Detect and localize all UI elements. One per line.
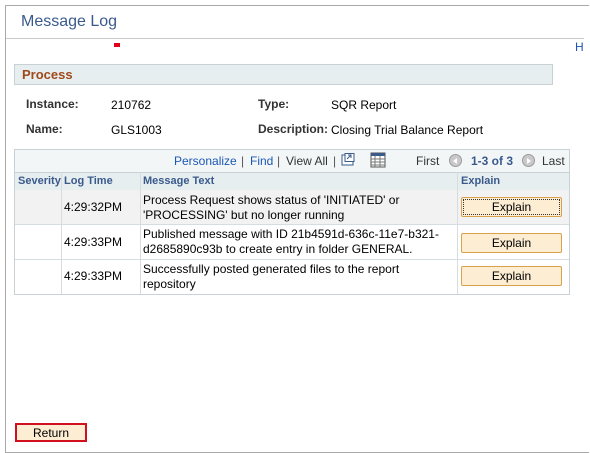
type-label: Type: — [258, 97, 290, 111]
log-time-cell: 4:29:33PM — [64, 269, 123, 283]
explain-button[interactable]: Explain — [461, 197, 562, 217]
column-divider — [140, 172, 141, 294]
process-section-title: Process — [22, 67, 73, 82]
nav-separator: | — [277, 154, 281, 168]
chevron-left-circle-icon[interactable] — [449, 154, 462, 167]
download-spreadsheet-icon[interactable] — [370, 152, 386, 168]
column-divider — [61, 172, 62, 294]
message-text-cell: Published message with ID 21b4591d-636c-… — [143, 227, 439, 256]
name-label: Name: — [26, 122, 63, 136]
grid-header-row: Severity Log Time Message Text Explain — [15, 172, 569, 191]
description-value: Closing Trial Balance Report — [331, 123, 484, 137]
first-label: First — [416, 154, 440, 168]
row-range: 1-3 of 3 — [471, 154, 514, 168]
column-header-explain: Explain — [461, 175, 501, 187]
table-row: 4:29:32PM Process Request shows status o… — [15, 190, 569, 225]
return-button[interactable]: Return — [15, 423, 87, 442]
explain-button[interactable]: Explain — [461, 266, 562, 286]
table-row: 4:29:33PM Successfully posted generated … — [15, 260, 569, 293]
chevron-right-circle-icon[interactable] — [522, 154, 535, 167]
log-time-cell: 4:29:33PM — [64, 235, 123, 249]
column-header-message-text: Message Text — [143, 175, 215, 187]
type-value: SQR Report — [331, 98, 397, 112]
column-divider — [457, 172, 458, 294]
column-header-log-time: Log Time — [64, 175, 113, 187]
process-section-header: Process — [14, 64, 553, 85]
description-label: Description: — [258, 122, 329, 136]
grid-navigation-bar: Personalize | Find | View All | First 1-… — [15, 150, 569, 172]
zoom-grid-icon[interactable] — [341, 153, 355, 167]
instance-label: Instance: — [26, 97, 79, 111]
message-grid: Personalize | Find | View All | First 1-… — [14, 149, 570, 295]
instance-value: 210762 — [111, 98, 152, 112]
message-text-cell: Successfully posted generated files to t… — [143, 262, 400, 291]
help-link[interactable]: H — [575, 40, 584, 54]
nav-separator: | — [241, 154, 245, 168]
name-value: GLS1003 — [111, 123, 162, 137]
title-bar: Message Log — [6, 6, 584, 39]
table-row: 4:29:33PM Published message with ID 21b4… — [15, 225, 569, 260]
find-link[interactable]: Find — [250, 154, 273, 168]
explain-button[interactable]: Explain — [461, 233, 562, 253]
column-header-severity: Severity — [18, 175, 61, 187]
nav-separator: | — [333, 154, 337, 168]
log-time-cell: 4:29:32PM — [64, 200, 123, 214]
last-label: Last — [542, 154, 565, 168]
message-text-cell: Process Request shows status of 'INITIAT… — [143, 193, 400, 222]
page-title: Message Log — [21, 13, 118, 30]
error-marker — [114, 43, 120, 47]
personalize-link[interactable]: Personalize — [174, 154, 237, 168]
view-all-link[interactable]: View All — [286, 154, 328, 168]
